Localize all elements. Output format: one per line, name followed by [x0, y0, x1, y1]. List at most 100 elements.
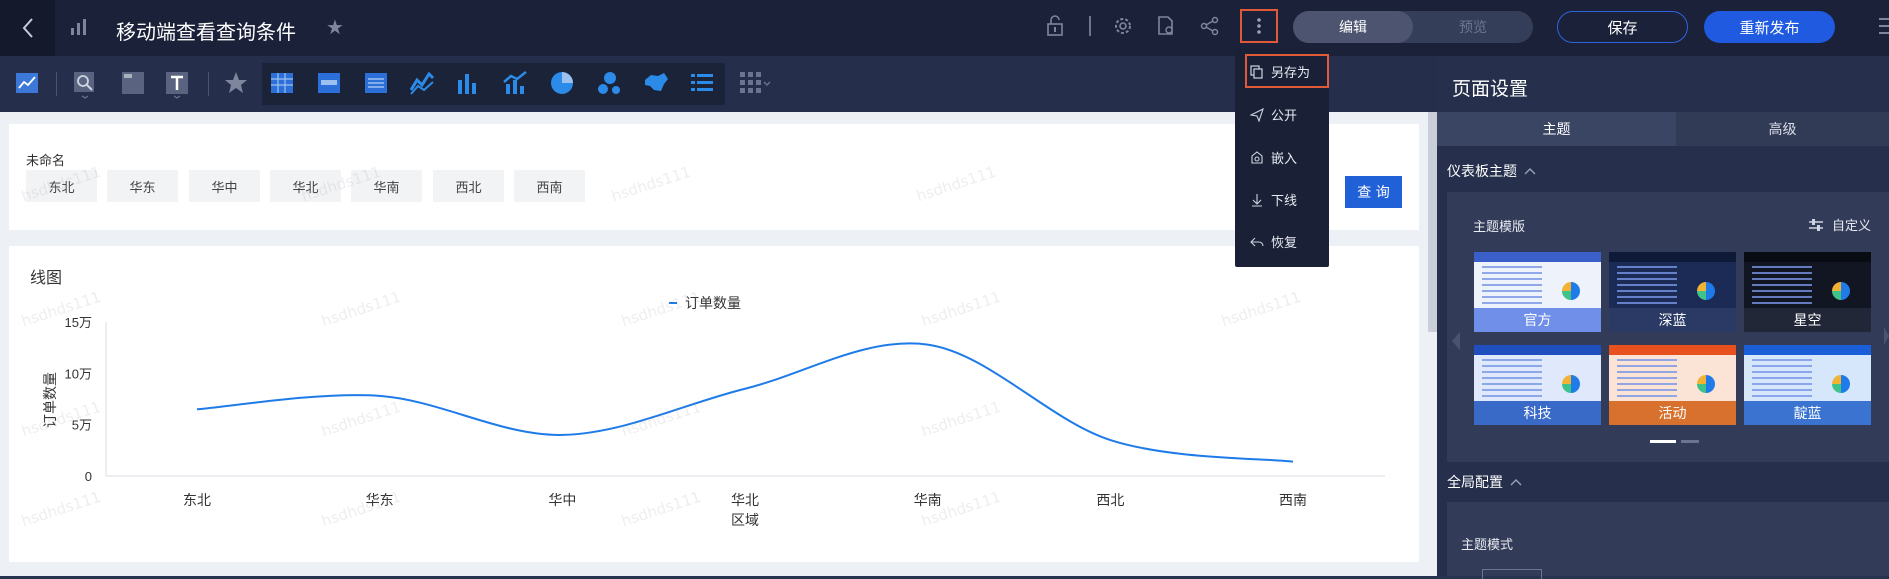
thumbnail-pie [1562, 282, 1580, 300]
tab-theme[interactable]: 主题 [1437, 112, 1676, 146]
tab-advanced[interactable]: 高级 [1676, 112, 1889, 146]
query-control-icon[interactable] [72, 70, 98, 100]
embed-icon [1249, 150, 1265, 166]
theme-name: 星空 [1744, 308, 1871, 332]
section-label: 全局配置 [1447, 472, 1503, 492]
theme-thumbnail[interactable]: 科技 [1474, 345, 1601, 425]
sliders-icon [1808, 218, 1824, 232]
map-chart-icon[interactable] [642, 70, 670, 96]
send-icon [1249, 107, 1265, 123]
save-button[interactable]: 保存 [1557, 11, 1688, 43]
theme-name: 科技 [1474, 401, 1601, 425]
favorite-star-icon[interactable]: ★ [326, 17, 344, 37]
menu-item-embed[interactable]: 嵌入 [1249, 148, 1297, 167]
back-button[interactable] [0, 0, 55, 56]
dashboard-title[interactable]: 移动端查看查询条件 [116, 16, 296, 45]
thumbnail-content [1617, 266, 1677, 306]
dashboard-icon[interactable] [14, 70, 40, 96]
thumbnail-content [1482, 359, 1542, 399]
theme-thumbnail[interactable]: 活动 [1609, 345, 1736, 425]
filter-option-huabei[interactable]: 华北 [270, 170, 341, 202]
thumbnail-pie [1697, 282, 1715, 300]
thumbnail-content [1752, 359, 1812, 399]
thumbnail-header [1609, 345, 1736, 355]
theme-mode-select[interactable] [1482, 569, 1542, 579]
thumbnail-content [1752, 266, 1812, 306]
filter-option-xinan[interactable]: 西南 [514, 170, 585, 202]
chevron-right-icon[interactable] [1884, 325, 1889, 347]
theme-thumbnail[interactable]: 深蓝 [1609, 252, 1736, 332]
republish-button[interactable]: 重新发布 [1704, 11, 1835, 43]
menu-item-public[interactable]: 公开 [1249, 105, 1297, 124]
filter-option-huanan[interactable]: 华南 [351, 170, 422, 202]
header-menu-icon[interactable] [1876, 14, 1889, 38]
theme-thumbnail[interactable]: 靛蓝 [1744, 345, 1871, 425]
section-label: 仪表板主题 [1447, 161, 1517, 181]
chevron-up-icon [1523, 166, 1537, 176]
theme-name: 深蓝 [1609, 308, 1736, 332]
canvas-scrollbar[interactable] [1428, 112, 1437, 332]
theme-thumbnail[interactable]: 官方 [1474, 252, 1601, 332]
menu-item-label: 公开 [1271, 105, 1297, 124]
menu-item-save-as[interactable]: 另存为 [1249, 62, 1310, 81]
thumbnail-content [1482, 266, 1542, 306]
custom-label: 自定义 [1832, 215, 1871, 234]
more-menu-button[interactable] [1240, 9, 1278, 43]
thumbnail-header [1609, 252, 1736, 262]
pager-dot-active[interactable] [1650, 440, 1676, 443]
thumbnail-header [1474, 345, 1601, 355]
custom-theme-button[interactable]: 自定义 [1808, 215, 1871, 234]
thumbnail-header [1744, 252, 1871, 262]
indicator-card-icon[interactable] [316, 70, 342, 96]
thumbnail-pie [1832, 375, 1850, 393]
menu-item-label: 嵌入 [1271, 148, 1297, 167]
mode-preview-tab[interactable]: 预览 [1413, 11, 1533, 43]
mode-switch[interactable]: 编辑 预览 [1293, 11, 1533, 43]
more-charts-icon[interactable] [738, 70, 772, 96]
global-config-section[interactable]: 全局配置 [1447, 472, 1523, 492]
line-bar-combo-icon[interactable] [502, 70, 528, 96]
line-chart-panel [9, 246, 1419, 562]
lock-icon[interactable] [1044, 14, 1066, 38]
pie-chart-icon[interactable] [549, 70, 575, 96]
thumbnail-header [1744, 345, 1871, 355]
mode-edit-tab[interactable]: 编辑 [1293, 11, 1413, 43]
favorite-star-icon[interactable] [223, 70, 249, 96]
filter-option-huazhong[interactable]: 华中 [189, 170, 260, 202]
chevron-left-icon[interactable] [1450, 330, 1462, 352]
toolbar-divider [1089, 16, 1091, 36]
document-settings-icon[interactable] [1155, 14, 1177, 38]
bar-chart-icon[interactable] [455, 70, 481, 96]
thumbnail-pie [1832, 282, 1850, 300]
toolbar-divider [208, 72, 209, 96]
line-chart-icon[interactable] [409, 70, 435, 96]
text-icon[interactable] [164, 70, 190, 100]
global-config-box [1447, 502, 1889, 576]
dashboard-theme-section[interactable]: 仪表板主题 [1447, 161, 1537, 181]
gear-icon[interactable] [1112, 14, 1134, 38]
menu-item-restore[interactable]: 恢复 [1249, 232, 1297, 251]
filter-option-dongbei[interactable]: 东北 [26, 170, 97, 202]
thumbnail-pie [1697, 375, 1715, 393]
theme-name: 活动 [1609, 401, 1736, 425]
theme-thumbnail[interactable]: 星空 [1744, 252, 1871, 332]
list-chart-icon[interactable] [689, 70, 715, 96]
restore-icon [1249, 234, 1265, 250]
menu-item-label: 另存为 [1271, 62, 1310, 81]
chevron-left-icon [21, 17, 35, 39]
menu-item-offline[interactable]: 下线 [1249, 190, 1297, 209]
cross-table-icon[interactable] [269, 70, 295, 96]
query-button[interactable]: 查 询 [1345, 176, 1402, 208]
thumbnail-header [1474, 252, 1601, 262]
theme-mode-label: 主题模式 [1461, 534, 1513, 553]
scatter-chart-icon[interactable] [596, 70, 622, 96]
share-icon[interactable] [1199, 14, 1221, 38]
filter-option-xibei[interactable]: 西北 [433, 170, 504, 202]
detail-table-icon[interactable] [363, 70, 389, 96]
copy-icon [1249, 64, 1265, 80]
tab-component-icon[interactable] [120, 70, 146, 96]
pager-dot[interactable] [1681, 440, 1699, 443]
thumbnail-pie [1562, 375, 1580, 393]
theme-name: 靛蓝 [1744, 401, 1871, 425]
filter-option-huadong[interactable]: 华东 [107, 170, 178, 202]
